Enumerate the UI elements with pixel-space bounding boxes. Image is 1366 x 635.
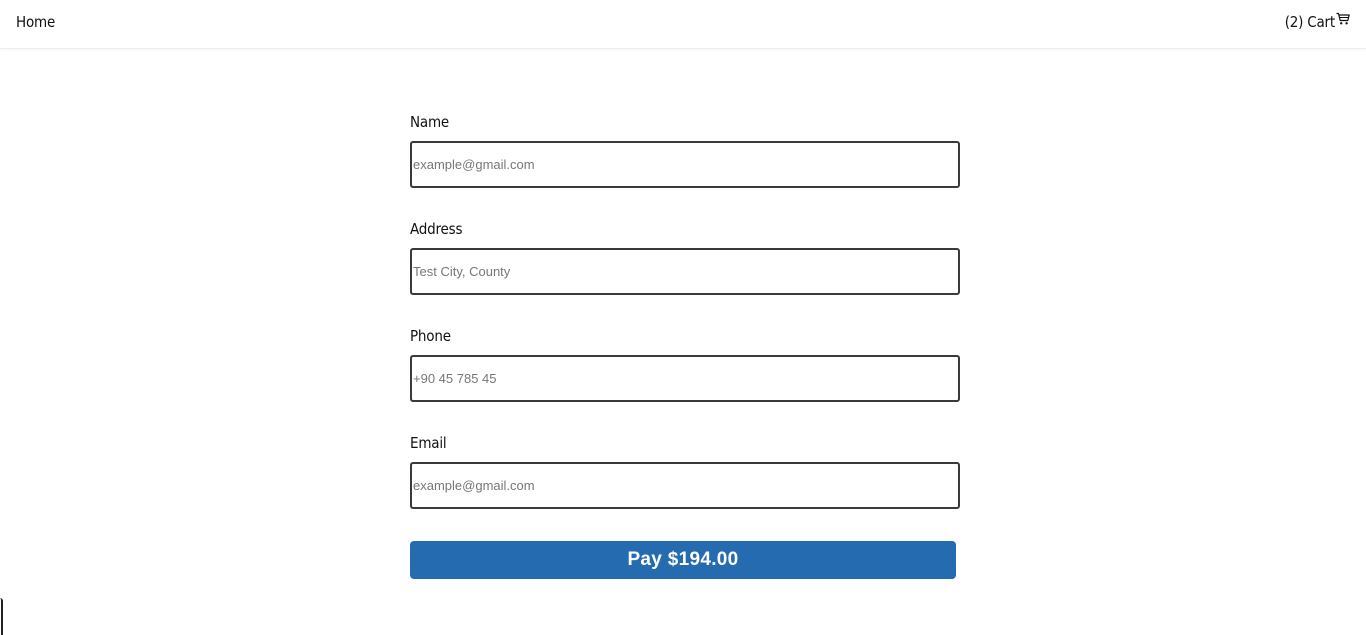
cart-link[interactable]: (2) Cart — [1284, 12, 1350, 31]
cart-count: (2) — [1284, 13, 1304, 31]
pay-button[interactable]: Pay $194.00 — [410, 541, 956, 579]
address-input[interactable] — [410, 248, 960, 295]
cart-icon — [1336, 12, 1350, 26]
phone-field-group: Phone — [410, 326, 960, 402]
checkout-form: Name Address Phone Email Pay $194.00 — [410, 112, 960, 579]
phone-input[interactable] — [410, 355, 960, 402]
phone-label: Phone — [410, 327, 451, 345]
home-link[interactable]: Home — [16, 13, 55, 31]
name-label: Name — [410, 113, 450, 131]
top-navbar: Home (2) Cart — [0, 0, 1366, 49]
name-input[interactable] — [410, 141, 960, 188]
name-field-group: Name — [410, 112, 960, 188]
email-input[interactable] — [410, 462, 960, 509]
corner-edge-divider — [0, 598, 3, 635]
address-label: Address — [410, 220, 463, 238]
email-label: Email — [410, 434, 447, 452]
cart-label: Cart — [1307, 13, 1335, 31]
email-field-group: Email — [410, 433, 960, 509]
address-field-group: Address — [410, 219, 960, 295]
